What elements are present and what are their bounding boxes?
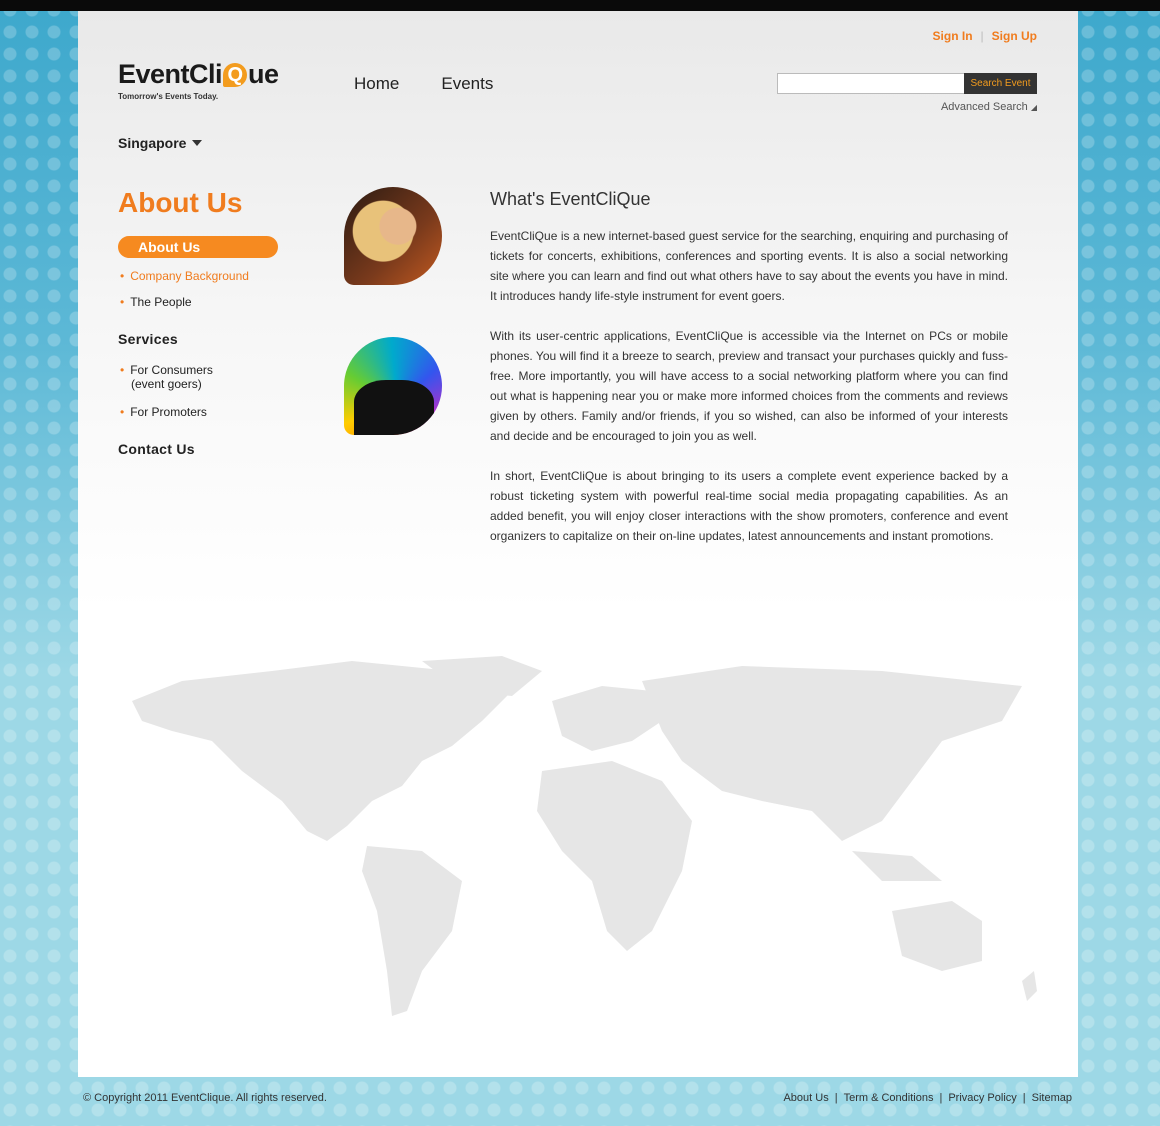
sidebar-item-company-background[interactable]: • Company Background xyxy=(120,269,249,283)
site-logo[interactable]: EventCli Que Tomorrow's Events Today. xyxy=(118,59,288,117)
search-event-button[interactable]: Search Event xyxy=(964,73,1037,94)
dancers-photo-bubble xyxy=(344,337,442,435)
logo-q-icon: Q xyxy=(223,63,248,87)
sidebar-item-about-us[interactable]: About Us xyxy=(118,236,278,258)
north-america-shape xyxy=(132,661,512,841)
sign-in-link[interactable]: Sign In xyxy=(933,29,973,43)
auth-separator: | xyxy=(980,29,984,43)
logo-text-main: EventCli xyxy=(118,59,223,89)
sidebar-item-label: For Consumers xyxy=(130,363,213,377)
africa-shape xyxy=(537,761,692,951)
location-label: Singapore xyxy=(118,135,187,151)
search-bar: Search Event xyxy=(777,73,1037,94)
nav-home[interactable]: Home xyxy=(354,74,399,93)
sidebar-item-the-people[interactable]: • The People xyxy=(120,295,192,309)
advanced-search-label: Advanced Search xyxy=(940,101,1028,113)
content-paragraph-3: In short, EventCliQue is about bringing … xyxy=(490,469,1008,543)
bullet-icon: • xyxy=(120,295,125,309)
guitarist-photo-bubble xyxy=(344,187,442,285)
footer-privacy-link[interactable]: Privacy Policy xyxy=(948,1092,1016,1104)
footer-separator: | xyxy=(1022,1092,1026,1104)
search-input[interactable] xyxy=(777,73,967,94)
corner-arrow-icon: ◢ xyxy=(1030,103,1037,112)
sidebar-item-label: For Promoters xyxy=(130,405,207,419)
bullet-icon: • xyxy=(120,363,125,377)
sidebar-item-label: The People xyxy=(130,295,192,309)
content-paragraph-2: With its user-centric applications, Even… xyxy=(490,329,1008,443)
main-nav: Home Events xyxy=(354,74,535,94)
caret-down-icon xyxy=(192,140,203,146)
sidebar-item-label: Company Background xyxy=(130,269,249,283)
sidebar-item-for-consumers[interactable]: • For Consumers (event goers) xyxy=(120,363,213,391)
top-bar xyxy=(0,0,1160,11)
sidebar-title: About Us xyxy=(118,187,243,218)
dancers-silhouette xyxy=(354,380,434,435)
world-map-graphic xyxy=(132,656,1037,1016)
bullet-icon: • xyxy=(120,405,125,419)
logo-text-end: ue xyxy=(248,59,279,89)
islands-shape xyxy=(852,851,942,881)
footer-separator: | xyxy=(939,1092,943,1104)
europe-shape xyxy=(552,686,662,751)
location-dropdown[interactable]: Singapore xyxy=(118,135,203,151)
footer-separator: | xyxy=(834,1092,838,1104)
new-zealand-shape xyxy=(1022,971,1037,1001)
australia-shape xyxy=(892,901,982,971)
bullet-icon: • xyxy=(120,269,125,283)
sidebar-item-for-promoters[interactable]: • For Promoters xyxy=(120,405,207,419)
auth-links: Sign In | Sign Up xyxy=(933,29,1037,43)
content-paragraph-1: EventCliQue is a new internet-based gues… xyxy=(490,229,1008,303)
copyright-text: © Copyright 2011 EventClique. All rights… xyxy=(83,1092,327,1104)
footer-links: About Us | Term & Conditions | Privacy Polic… xyxy=(783,1092,1072,1104)
footer-terms-link[interactable]: Term & Conditions xyxy=(844,1092,934,1104)
sidebar-item-sublabel: (event goers) xyxy=(131,377,202,391)
page-container: Sign In | Sign Up EventCli Que Tomorrow's E… xyxy=(78,11,1078,1077)
advanced-search-link[interactable]: Advanced Search ◢ xyxy=(941,101,1037,113)
content-heading: What's EventCliQue xyxy=(490,189,651,209)
footer-about-us-link[interactable]: About Us xyxy=(783,1092,828,1104)
footer-sitemap-link[interactable]: Sitemap xyxy=(1032,1092,1072,1104)
logo-tagline: Tomorrow's Events Today. xyxy=(118,92,219,101)
sidebar-heading-contact-us[interactable]: Contact Us xyxy=(118,441,195,457)
sidebar-heading-services[interactable]: Services xyxy=(118,331,178,347)
south-america-shape xyxy=(362,846,462,1016)
sign-up-link[interactable]: Sign Up xyxy=(992,29,1037,43)
nav-events[interactable]: Events xyxy=(441,74,493,93)
asia-shape xyxy=(642,666,1022,841)
